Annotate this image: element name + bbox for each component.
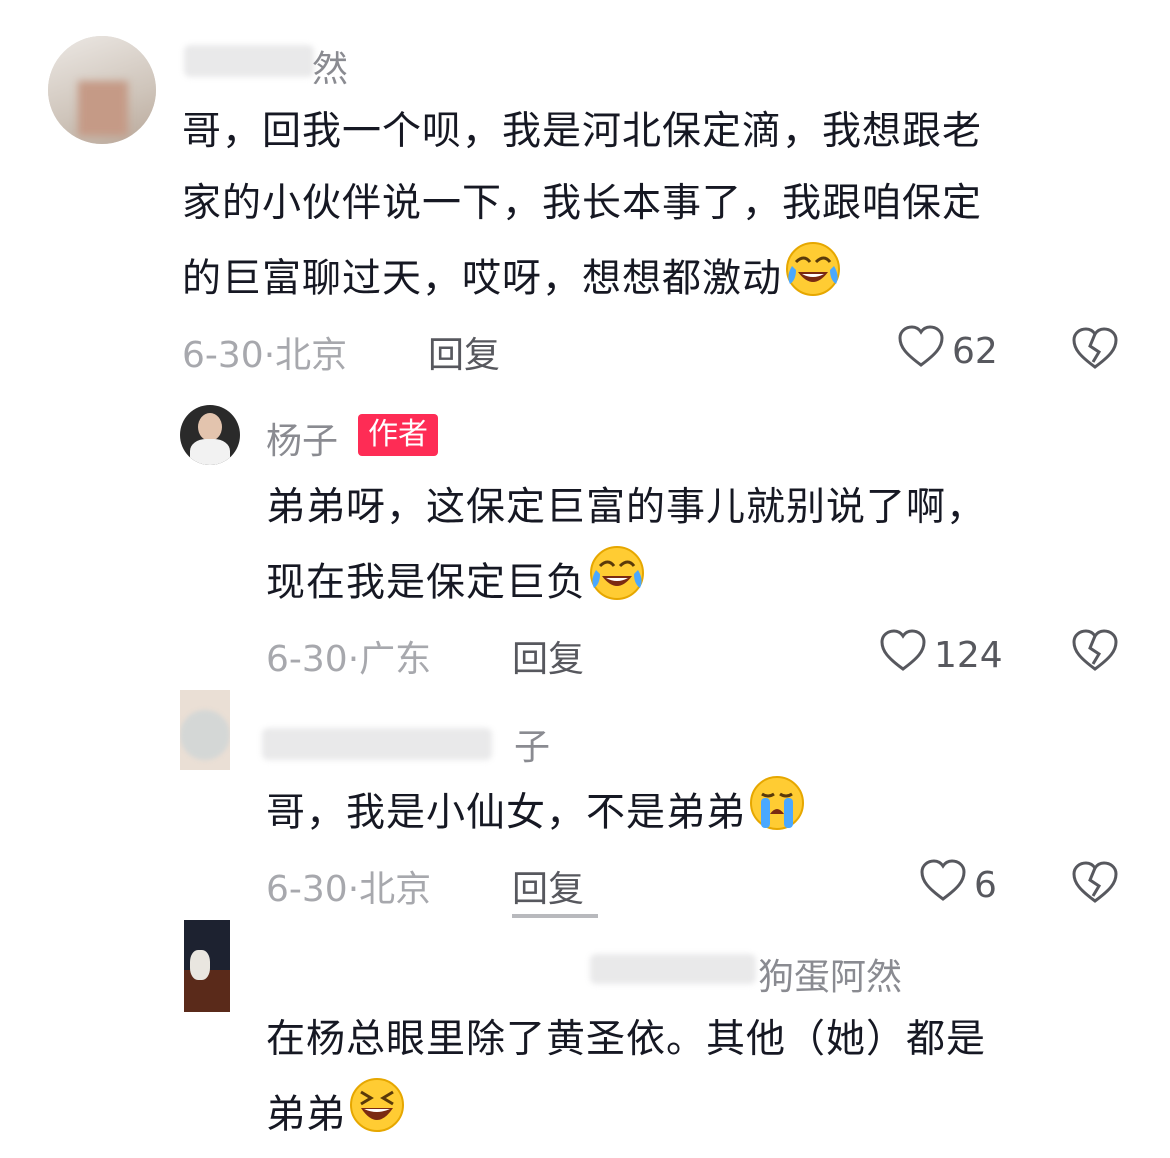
avatar[interactable] — [180, 405, 240, 465]
username-blur — [590, 954, 756, 984]
broken-heart-icon — [1070, 629, 1120, 680]
username-blur — [262, 728, 492, 760]
username[interactable]: 杨子 — [266, 412, 338, 464]
broken-heart-icon — [1070, 861, 1120, 912]
loudly-crying-emoji — [748, 774, 806, 856]
comment-text: 弟弟呀，这保定巨富的事儿就别说了啊， 现在我是保定巨负 — [266, 472, 1146, 626]
like-count: 6 — [974, 865, 997, 906]
avatar[interactable] — [180, 690, 230, 770]
like-count: 124 — [934, 635, 1003, 676]
rolling-laughing-emoji — [784, 240, 842, 322]
dislike-button[interactable] — [1070, 858, 1120, 912]
username[interactable]: 然 — [312, 40, 348, 92]
reply-button[interactable]: 回复 — [428, 326, 500, 378]
reply-button[interactable]: 回复 — [512, 860, 584, 912]
comment-text: 在杨总眼里除了黄圣依。其他（她）都是 弟弟 — [266, 1004, 1146, 1158]
comment-text: 哥，我是小仙女，不是弟弟 — [266, 774, 1146, 856]
comment-meta: 6-30·广东 — [266, 639, 432, 680]
broken-heart-icon — [1070, 327, 1120, 378]
comment-meta: 6-30·北京 — [182, 335, 348, 376]
author-badge: 作者 — [358, 414, 438, 456]
comment-text: 哥，回我一个呗，我是河北保定滴，我想跟老 家的小伙伴说一下，我长本事了，我跟咱保… — [182, 96, 1142, 322]
grinning-squint-emoji — [348, 1076, 406, 1158]
dislike-button[interactable] — [1070, 626, 1120, 680]
comment-meta: 6-30·北京 — [266, 869, 432, 910]
like-button[interactable]: 124 — [878, 626, 1003, 685]
heart-outline-icon — [896, 322, 952, 381]
username[interactable]: 子 — [514, 718, 550, 770]
like-button[interactable]: 62 — [896, 322, 998, 381]
heart-outline-icon — [878, 626, 934, 685]
username-blur — [184, 45, 314, 77]
avatar[interactable] — [184, 920, 230, 1012]
reply-underline — [512, 914, 598, 918]
avatar[interactable] — [48, 36, 156, 144]
like-button[interactable]: 6 — [918, 856, 997, 915]
rolling-laughing-emoji — [588, 544, 646, 626]
dislike-button[interactable] — [1070, 324, 1120, 378]
reply-button[interactable]: 回复 — [512, 630, 584, 682]
like-count: 62 — [952, 331, 998, 372]
heart-outline-icon — [918, 856, 974, 915]
username[interactable]: 狗蛋阿然 — [758, 948, 902, 1000]
